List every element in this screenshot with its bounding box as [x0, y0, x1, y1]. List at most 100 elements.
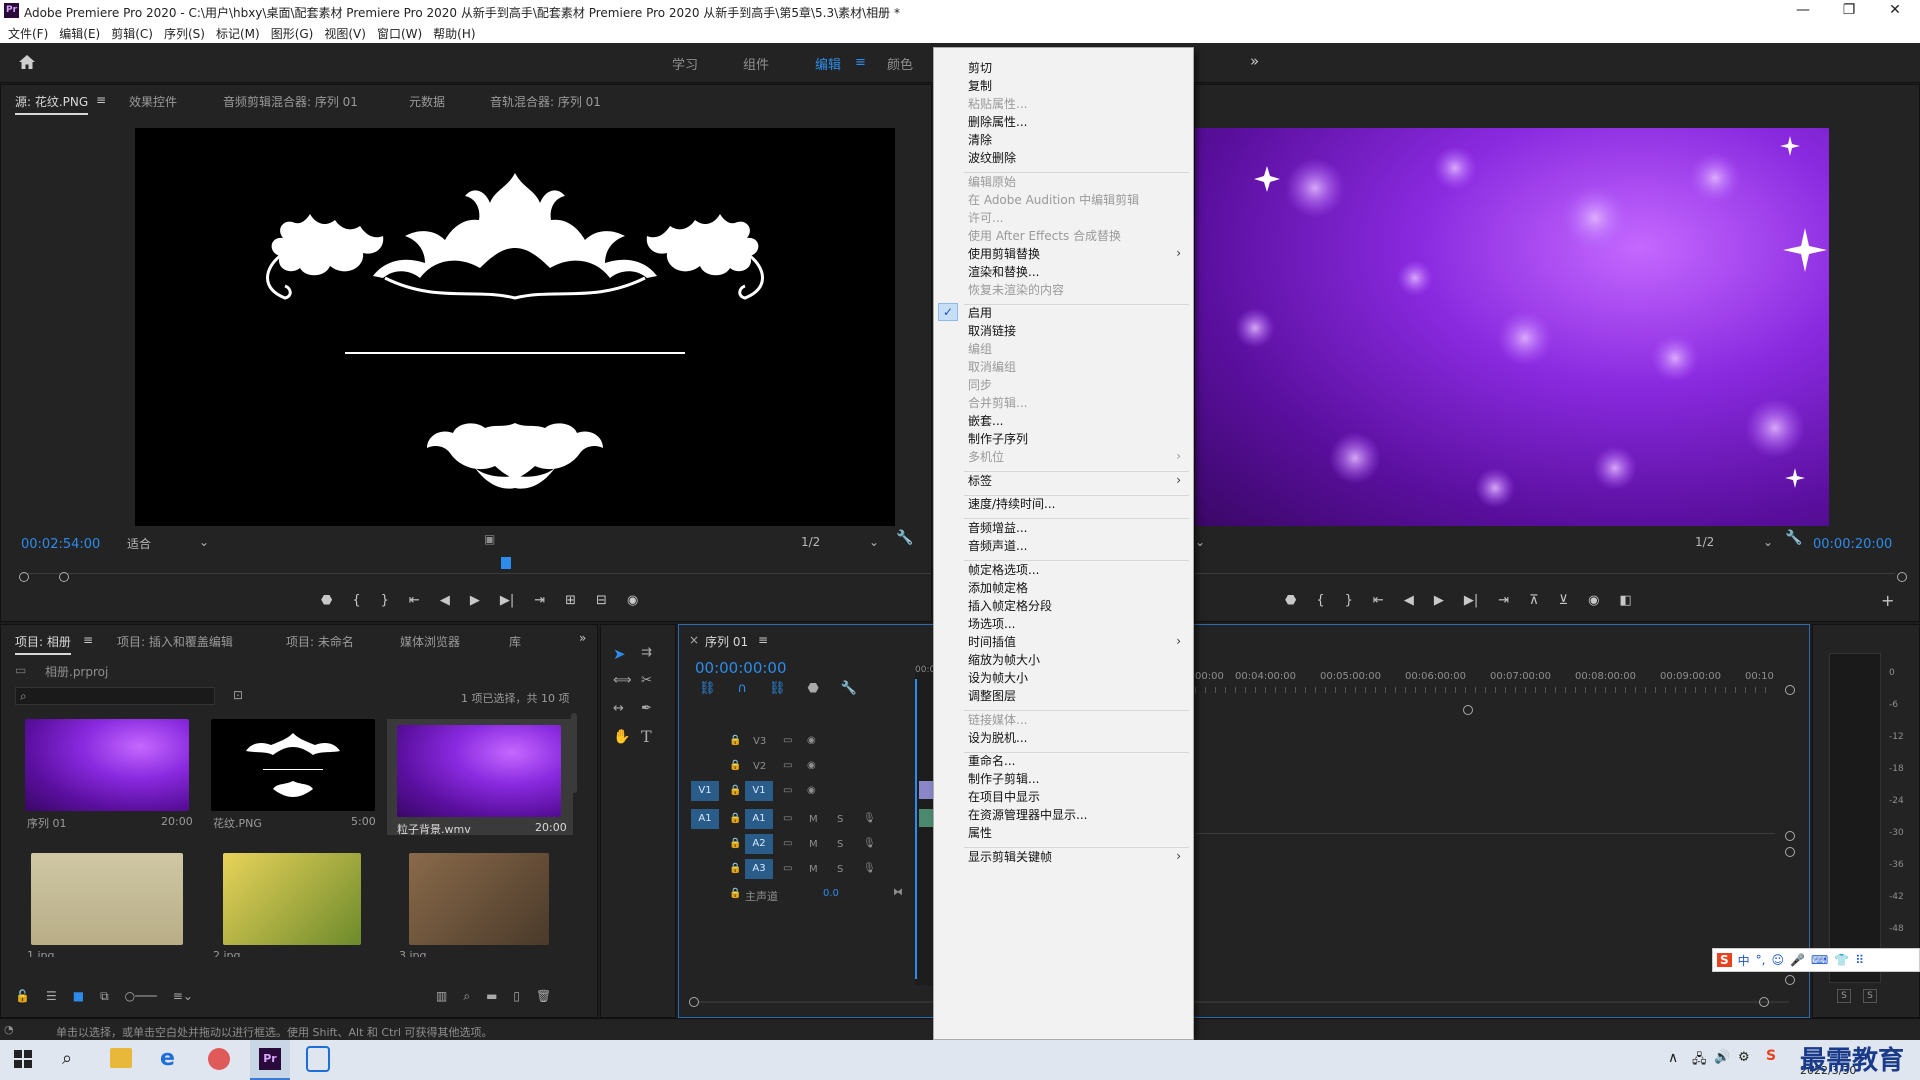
program-video-frame[interactable]	[1195, 128, 1829, 526]
workspace-tab-assembly[interactable]: 组件	[743, 54, 769, 73]
step-back-icon[interactable]: ◀	[440, 593, 450, 608]
edge-browser-icon[interactable]: e	[160, 1046, 175, 1071]
pen-tool-icon[interactable]: ✒	[641, 701, 652, 716]
chevron-down-icon[interactable]: ⌄	[1195, 535, 1235, 551]
workspace-tab-learn[interactable]: 学习	[672, 54, 698, 73]
maximize-button[interactable]: ❐	[1826, 0, 1872, 22]
zoom-slider[interactable]: ○───	[125, 989, 157, 1004]
zoom-handle-left[interactable]	[19, 572, 29, 582]
track-target-a3[interactable]: A3	[745, 859, 773, 879]
tab-project-album[interactable]: 项目: 相册	[15, 633, 71, 655]
context-menu-item[interactable]: 帧定格选项...	[968, 560, 1039, 580]
zoom-handle-right[interactable]	[1759, 997, 1769, 1007]
context-menu-item[interactable]: 添加帧定格	[968, 578, 1028, 598]
ime-item[interactable]: ☺	[1772, 953, 1785, 967]
context-menu-item[interactable]: 设为脱机...	[968, 728, 1027, 748]
project-item[interactable]: 2.jpg	[201, 849, 381, 959]
context-menu-item[interactable]: 渲染和替换...	[968, 262, 1039, 282]
snap-icon[interactable]: ∩	[738, 681, 748, 696]
extract-icon[interactable]: ⊻	[1559, 593, 1569, 608]
lock-icon[interactable]: 🔒	[729, 760, 741, 771]
overwrite-icon[interactable]: ⊟	[596, 593, 607, 608]
source-fit-dropdown[interactable]: 适合 ⌄	[127, 535, 209, 551]
tab-sequence[interactable]: 序列 01	[705, 633, 748, 650]
zoom-handle-right[interactable]	[59, 572, 69, 582]
track-target-a1[interactable]: A1	[745, 809, 773, 829]
panel-menu-icon[interactable]: ≡	[96, 93, 106, 107]
context-menu-item[interactable]: 清除	[968, 130, 992, 150]
tab-effect-controls[interactable]: 效果控件	[129, 93, 177, 110]
sogou-logo-icon[interactable]: S	[1717, 953, 1732, 967]
ime-item[interactable]: 👕	[1834, 953, 1849, 967]
lock-icon[interactable]: 🔒	[729, 735, 741, 746]
context-menu-item[interactable]: 调整图层	[968, 686, 1016, 706]
solo-right-button[interactable]: S	[1863, 989, 1877, 1003]
freeform-view-icon[interactable]: ⧉	[100, 989, 109, 1004]
export-frame-icon[interactable]: ◉	[1588, 593, 1599, 608]
context-menu-item[interactable]: 时间插值	[968, 632, 1016, 652]
step-forward-icon[interactable]: ▶|	[1464, 593, 1478, 608]
context-menu-item[interactable]: 波纹删除	[968, 148, 1016, 168]
tab-project-insert[interactable]: 项目: 插入和覆盖编辑	[117, 633, 233, 650]
lift-icon[interactable]: ⊼	[1529, 593, 1539, 608]
timeline-playhead[interactable]	[915, 679, 917, 979]
menu-sequence[interactable]: 序列(S)	[160, 22, 212, 43]
mute-button[interactable]: M	[809, 839, 818, 850]
track-target-a2[interactable]: A2	[745, 834, 773, 854]
source-playhead[interactable]	[501, 557, 511, 569]
razor-tool-icon[interactable]: ✂	[641, 673, 652, 688]
ime-item[interactable]: ⌨	[1811, 953, 1828, 967]
context-menu-item[interactable]: 设为帧大小	[968, 668, 1028, 688]
track-select-tool-icon[interactable]: ⇉	[641, 645, 652, 660]
add-marker-icon[interactable]: ⬣	[321, 593, 332, 608]
toggle-sync-lock-icon[interactable]: ▭	[783, 735, 792, 746]
source-settings-icon[interactable]: ▣	[484, 532, 495, 546]
step-forward-icon[interactable]: ▶|	[500, 593, 514, 608]
lock-icon[interactable]: 🔓	[15, 989, 30, 1004]
mute-button[interactable]: M	[809, 864, 818, 875]
context-menu-item[interactable]: 音频声道...	[968, 536, 1027, 556]
add-button-icon[interactable]: +	[1881, 591, 1894, 610]
eye-icon[interactable]: ◉	[807, 735, 816, 746]
tab-media-browser[interactable]: 媒体浏览器	[400, 633, 460, 650]
context-menu-item[interactable]: 标签	[968, 471, 992, 491]
project-item[interactable]: 1.jpg	[15, 849, 195, 959]
sogou-tray-icon[interactable]: S	[1766, 1048, 1776, 1064]
context-menu-item[interactable]: 删除属性...	[968, 112, 1027, 132]
context-menu-item[interactable]: 属性	[968, 823, 992, 843]
find-icon[interactable]: ⌕	[463, 989, 470, 1004]
go-to-in-icon[interactable]: ⇤	[1373, 593, 1384, 608]
menu-graphics[interactable]: 图形(G)	[267, 22, 321, 43]
search-icon[interactable]: ⌕	[62, 1048, 72, 1069]
step-back-icon[interactable]: ◀	[1404, 593, 1414, 608]
mic-icon[interactable]: 🎙	[863, 863, 876, 874]
more-workspaces-icon[interactable]: »	[1250, 52, 1259, 70]
slip-tool-icon[interactable]: ↔	[613, 701, 624, 716]
menu-clip[interactable]: 剪辑(C)	[107, 22, 160, 43]
linked-selection-icon[interactable]: ⛓	[769, 681, 786, 696]
go-to-end-icon[interactable]: ⧓	[893, 887, 903, 898]
clip-a1[interactable]	[919, 809, 933, 827]
mark-out-icon[interactable]: }	[1345, 593, 1353, 608]
track-area-left[interactable]: 00:00	[915, 665, 941, 985]
ime-item[interactable]: 🎤	[1790, 953, 1805, 967]
ripple-edit-tool-icon[interactable]: ⟺	[613, 673, 632, 688]
icon-view-icon[interactable]: ■	[73, 989, 84, 1004]
workspace-menu-icon[interactable]: ≡	[855, 55, 866, 70]
go-to-out-icon[interactable]: ⇥	[1498, 593, 1509, 608]
ime-item[interactable]: 中	[1738, 952, 1750, 969]
tab-source[interactable]: 源: 花纹.PNG	[15, 93, 89, 115]
panel-menu-icon[interactable]: ≡	[83, 633, 93, 647]
more-tabs-icon[interactable]: »	[579, 631, 586, 645]
master-volume-value[interactable]: 0.0	[823, 888, 839, 899]
hand-tool-icon[interactable]: ✋	[613, 729, 630, 745]
mic-icon[interactable]: 🎙	[863, 838, 876, 849]
mic-icon[interactable]: 🎙	[863, 813, 876, 824]
source-time-ruler[interactable]	[21, 573, 931, 574]
tab-audio-clip-mixer[interactable]: 音频剪辑混合器: 序列 01	[223, 93, 358, 110]
lock-icon[interactable]: 🔒	[729, 863, 741, 874]
type-tool-icon[interactable]: T	[641, 727, 652, 746]
source-patch-v1[interactable]: V1	[691, 781, 719, 801]
project-item[interactable]: 花纹.PNG 5:00	[201, 715, 381, 830]
workspace-tab-color[interactable]: 颜色	[887, 54, 913, 73]
